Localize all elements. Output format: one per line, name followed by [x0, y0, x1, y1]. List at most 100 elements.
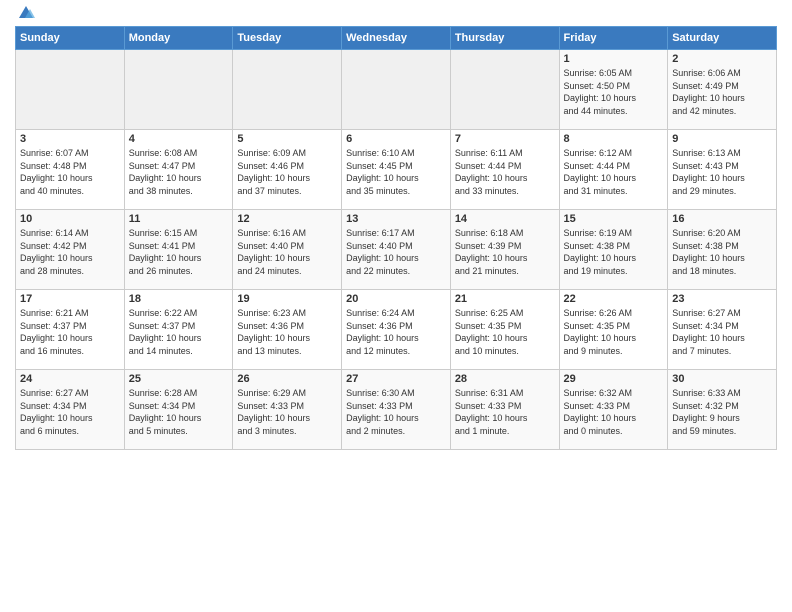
calendar-cell: 14 Sunrise: 6:18 AM Sunset: 4:39 PM Dayli…: [450, 210, 559, 290]
weekday-header-saturday: Saturday: [668, 27, 777, 50]
calendar-cell: 15 Sunrise: 6:19 AM Sunset: 4:38 PM Dayli…: [559, 210, 668, 290]
calendar-cell: 13 Sunrise: 6:17 AM Sunset: 4:40 PM Dayli…: [342, 210, 451, 290]
day-info: Sunrise: 6:05 AM Sunset: 4:50 PM Dayligh…: [564, 67, 664, 117]
calendar-cell: 17 Sunrise: 6:21 AM Sunset: 4:37 PM Dayli…: [16, 290, 125, 370]
day-number: 14: [455, 213, 555, 225]
calendar-cell: 22Sunrise: 6:26 AM Sunset: 4:35 PM Dayli…: [559, 290, 668, 370]
day-info: Sunrise: 6:16 AM Sunset: 4:40 PM Dayligh…: [237, 227, 337, 277]
day-info: Sunrise: 6:07 AM Sunset: 4:48 PM Dayligh…: [20, 147, 120, 197]
calendar-cell: 16Sunrise: 6:20 AM Sunset: 4:38 PM Dayli…: [668, 210, 777, 290]
logo: [15, 10, 35, 18]
day-number: 30: [672, 373, 772, 385]
calendar-cell: 29 Sunrise: 6:32 AM Sunset: 4:33 PM Dayli…: [559, 370, 668, 450]
calendar-cell: 30 Sunrise: 6:33 AM Sunset: 4:32 PM Dayli…: [668, 370, 777, 450]
calendar-week-5: 24 Sunrise: 6:27 AM Sunset: 4:34 PM Dayli…: [16, 370, 777, 450]
day-number: 13: [346, 213, 446, 225]
calendar-cell: 3 Sunrise: 6:07 AM Sunset: 4:48 PM Daylig…: [16, 130, 125, 210]
calendar-cell: 28 Sunrise: 6:31 AM Sunset: 4:33 PM Dayli…: [450, 370, 559, 450]
day-info: Sunrise: 6:19 AM Sunset: 4:38 PM Dayligh…: [564, 227, 664, 277]
header: [15, 10, 777, 18]
day-number: 11: [129, 213, 229, 225]
day-info: Sunrise: 6:14 AM Sunset: 4:42 PM Dayligh…: [20, 227, 120, 277]
calendar-week-3: 10 Sunrise: 6:14 AM Sunset: 4:42 PM Dayli…: [16, 210, 777, 290]
calendar-week-2: 3 Sunrise: 6:07 AM Sunset: 4:48 PM Daylig…: [16, 130, 777, 210]
day-info: Sunrise: 6:33 AM Sunset: 4:32 PM Dayligh…: [672, 387, 772, 437]
day-info: Sunrise: 6:25 AM Sunset: 4:35 PM Dayligh…: [455, 307, 555, 357]
day-info: Sunrise: 6:31 AM Sunset: 4:33 PM Dayligh…: [455, 387, 555, 437]
weekday-header-sunday: Sunday: [16, 27, 125, 50]
day-info: Sunrise: 6:30 AM Sunset: 4:33 PM Dayligh…: [346, 387, 446, 437]
day-number: 3: [20, 133, 120, 145]
day-number: 10: [20, 213, 120, 225]
calendar-cell: 5Sunrise: 6:09 AM Sunset: 4:46 PM Daylig…: [233, 130, 342, 210]
day-info: Sunrise: 6:08 AM Sunset: 4:47 PM Dayligh…: [129, 147, 229, 197]
day-number: 16: [672, 213, 772, 225]
calendar-cell: 18 Sunrise: 6:22 AM Sunset: 4:37 PM Dayli…: [124, 290, 233, 370]
day-number: 12: [237, 213, 337, 225]
calendar-cell: 25 Sunrise: 6:28 AM Sunset: 4:34 PM Dayli…: [124, 370, 233, 450]
day-info: Sunrise: 6:21 AM Sunset: 4:37 PM Dayligh…: [20, 307, 120, 357]
calendar-cell: 19Sunrise: 6:23 AM Sunset: 4:36 PM Dayli…: [233, 290, 342, 370]
weekday-header-row: SundayMondayTuesdayWednesdayThursdayFrid…: [16, 27, 777, 50]
day-number: 20: [346, 293, 446, 305]
calendar-week-1: 1 Sunrise: 6:05 AM Sunset: 4:50 PM Daylig…: [16, 50, 777, 130]
day-number: 7: [455, 133, 555, 145]
day-info: Sunrise: 6:17 AM Sunset: 4:40 PM Dayligh…: [346, 227, 446, 277]
calendar-week-4: 17 Sunrise: 6:21 AM Sunset: 4:37 PM Dayli…: [16, 290, 777, 370]
weekday-header-monday: Monday: [124, 27, 233, 50]
calendar-cell: 2Sunrise: 6:06 AM Sunset: 4:49 PM Daylig…: [668, 50, 777, 130]
day-number: 25: [129, 373, 229, 385]
day-info: Sunrise: 6:32 AM Sunset: 4:33 PM Dayligh…: [564, 387, 664, 437]
page-container: SundayMondayTuesdayWednesdayThursdayFrid…: [0, 0, 792, 460]
calendar-cell: [16, 50, 125, 130]
day-info: Sunrise: 6:11 AM Sunset: 4:44 PM Dayligh…: [455, 147, 555, 197]
calendar-cell: [342, 50, 451, 130]
day-info: Sunrise: 6:28 AM Sunset: 4:34 PM Dayligh…: [129, 387, 229, 437]
day-number: 17: [20, 293, 120, 305]
calendar-cell: [450, 50, 559, 130]
weekday-header-wednesday: Wednesday: [342, 27, 451, 50]
calendar-cell: 12 Sunrise: 6:16 AM Sunset: 4:40 PM Dayli…: [233, 210, 342, 290]
day-number: 29: [564, 373, 664, 385]
calendar-cell: 27 Sunrise: 6:30 AM Sunset: 4:33 PM Dayli…: [342, 370, 451, 450]
day-info: Sunrise: 6:27 AM Sunset: 4:34 PM Dayligh…: [20, 387, 120, 437]
day-number: 8: [564, 133, 664, 145]
calendar-cell: 26Sunrise: 6:29 AM Sunset: 4:33 PM Dayli…: [233, 370, 342, 450]
day-info: Sunrise: 6:10 AM Sunset: 4:45 PM Dayligh…: [346, 147, 446, 197]
calendar-cell: 10 Sunrise: 6:14 AM Sunset: 4:42 PM Dayli…: [16, 210, 125, 290]
day-info: Sunrise: 6:18 AM Sunset: 4:39 PM Dayligh…: [455, 227, 555, 277]
day-number: 6: [346, 133, 446, 145]
calendar-table: SundayMondayTuesdayWednesdayThursdayFrid…: [15, 26, 777, 450]
calendar-cell: 4 Sunrise: 6:08 AM Sunset: 4:47 PM Daylig…: [124, 130, 233, 210]
calendar-cell: 24 Sunrise: 6:27 AM Sunset: 4:34 PM Dayli…: [16, 370, 125, 450]
day-number: 22: [564, 293, 664, 305]
day-number: 15: [564, 213, 664, 225]
day-number: 5: [237, 133, 337, 145]
day-number: 9: [672, 133, 772, 145]
day-number: 19: [237, 293, 337, 305]
day-info: Sunrise: 6:15 AM Sunset: 4:41 PM Dayligh…: [129, 227, 229, 277]
day-number: 27: [346, 373, 446, 385]
calendar-cell: 6 Sunrise: 6:10 AM Sunset: 4:45 PM Daylig…: [342, 130, 451, 210]
calendar-cell: 23Sunrise: 6:27 AM Sunset: 4:34 PM Dayli…: [668, 290, 777, 370]
day-info: Sunrise: 6:12 AM Sunset: 4:44 PM Dayligh…: [564, 147, 664, 197]
weekday-header-thursday: Thursday: [450, 27, 559, 50]
day-number: 4: [129, 133, 229, 145]
calendar-cell: 20Sunrise: 6:24 AM Sunset: 4:36 PM Dayli…: [342, 290, 451, 370]
calendar-cell: [233, 50, 342, 130]
day-info: Sunrise: 6:27 AM Sunset: 4:34 PM Dayligh…: [672, 307, 772, 357]
calendar-cell: 11 Sunrise: 6:15 AM Sunset: 4:41 PM Dayli…: [124, 210, 233, 290]
calendar-cell: 7 Sunrise: 6:11 AM Sunset: 4:44 PM Daylig…: [450, 130, 559, 210]
day-number: 1: [564, 53, 664, 65]
day-info: Sunrise: 6:06 AM Sunset: 4:49 PM Dayligh…: [672, 67, 772, 117]
logo-icon: [17, 4, 35, 22]
day-number: 18: [129, 293, 229, 305]
calendar-cell: 21Sunrise: 6:25 AM Sunset: 4:35 PM Dayli…: [450, 290, 559, 370]
day-info: Sunrise: 6:29 AM Sunset: 4:33 PM Dayligh…: [237, 387, 337, 437]
calendar-cell: 8 Sunrise: 6:12 AM Sunset: 4:44 PM Daylig…: [559, 130, 668, 210]
weekday-header-friday: Friday: [559, 27, 668, 50]
day-number: 24: [20, 373, 120, 385]
day-info: Sunrise: 6:22 AM Sunset: 4:37 PM Dayligh…: [129, 307, 229, 357]
day-number: 28: [455, 373, 555, 385]
day-info: Sunrise: 6:13 AM Sunset: 4:43 PM Dayligh…: [672, 147, 772, 197]
